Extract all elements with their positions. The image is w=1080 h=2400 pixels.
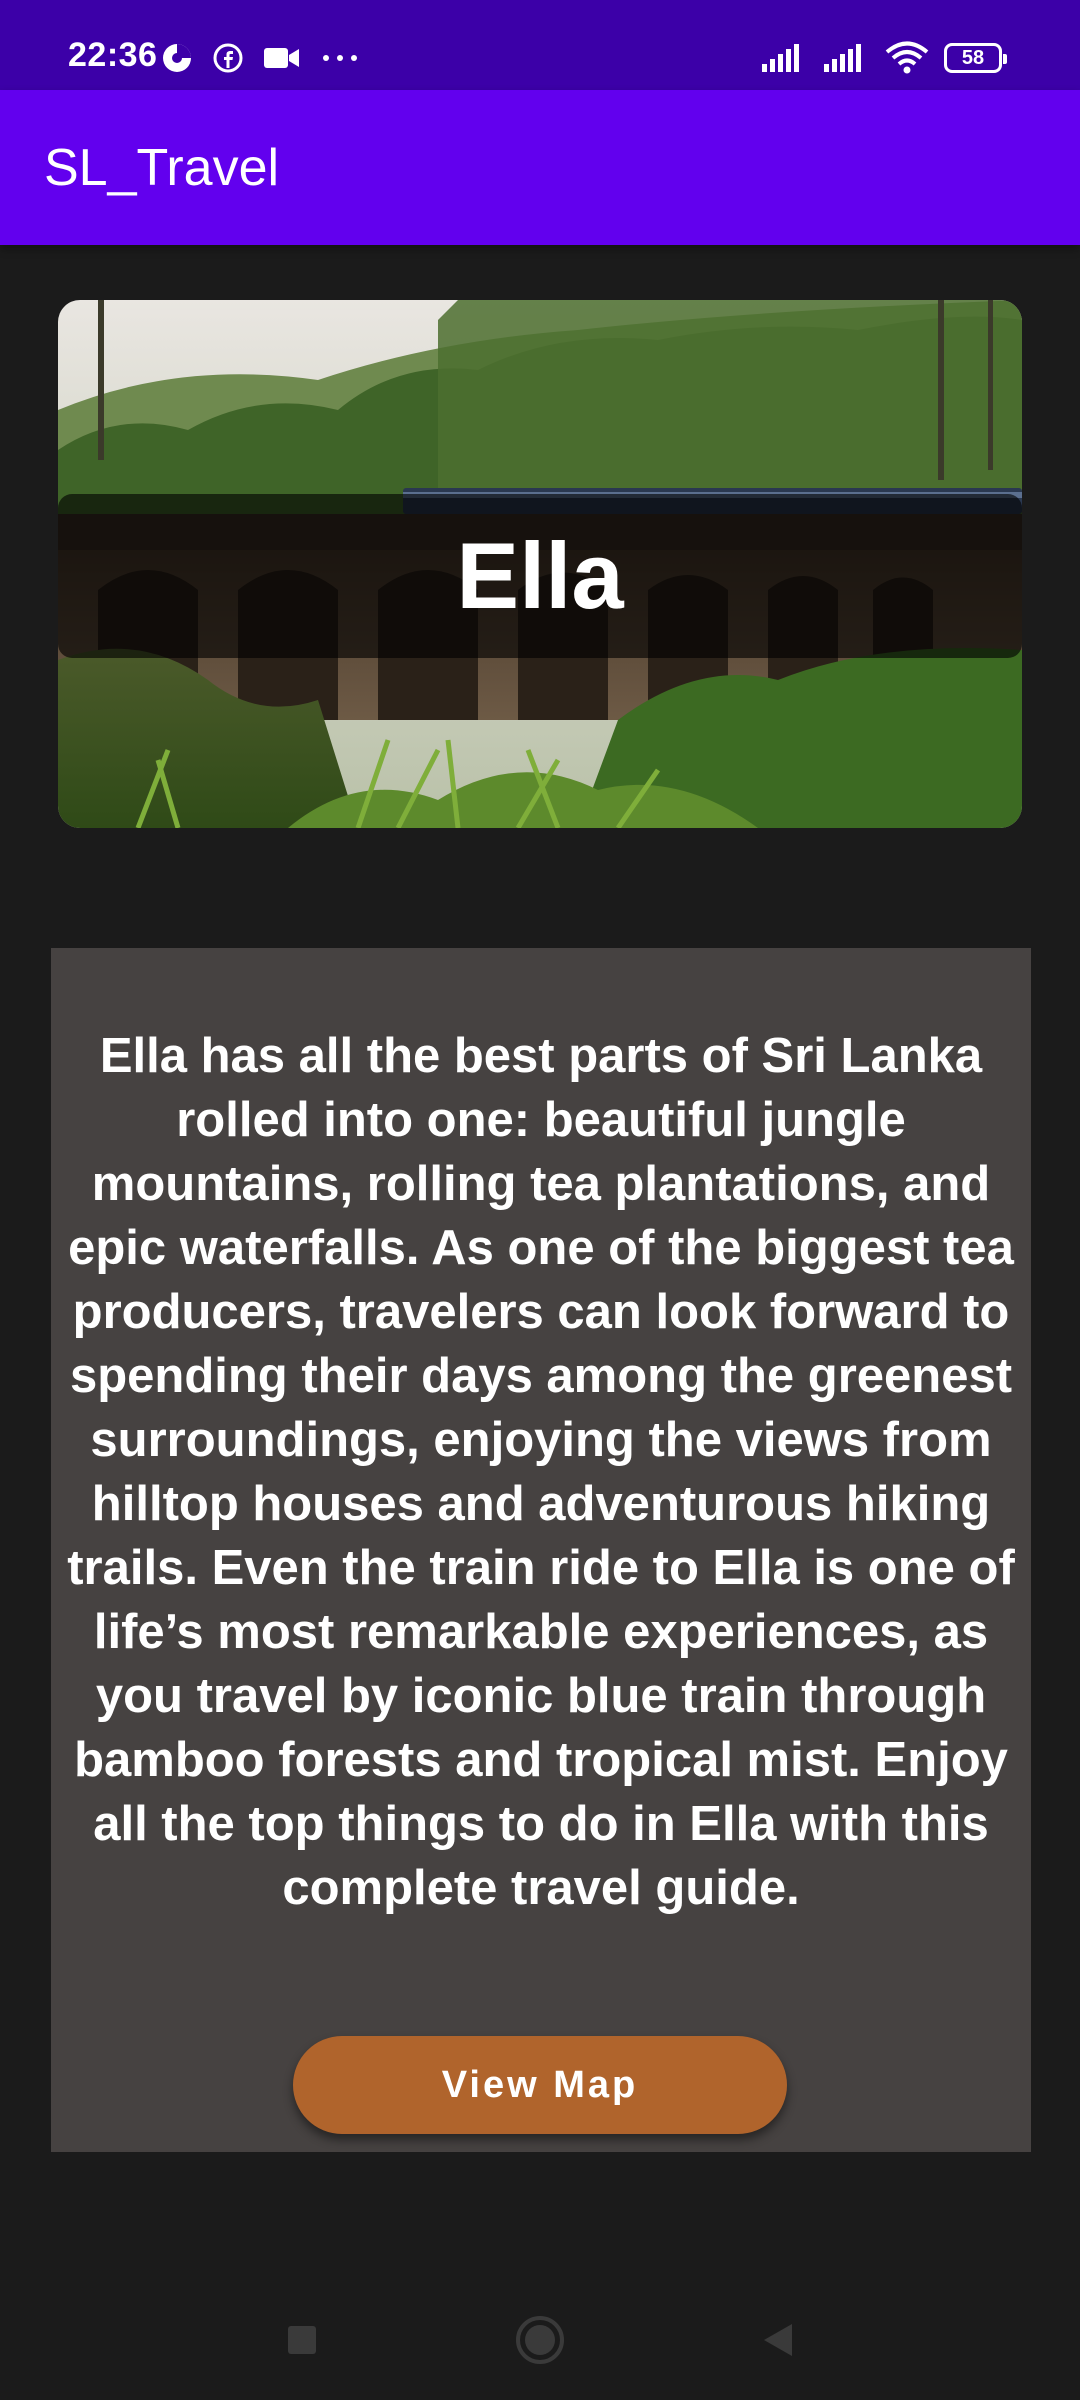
home-button[interactable] <box>510 2310 570 2370</box>
video-camera-icon <box>264 48 299 68</box>
recents-button[interactable] <box>272 2310 332 2370</box>
wifi-icon <box>885 41 929 74</box>
back-triangle-icon <box>764 2324 792 2356</box>
app-bar: SL_Travel <box>0 90 1080 245</box>
back-button[interactable] <box>748 2310 808 2370</box>
status-icons-left <box>160 38 360 78</box>
battery-level: 58 <box>961 46 985 69</box>
hero-title-band: Ella <box>58 494 1022 658</box>
app-title: SL_Travel <box>44 139 280 197</box>
recents-square-icon <box>288 2326 316 2354</box>
view-map-button[interactable]: View Map <box>293 2036 787 2134</box>
data-saver-icon <box>163 44 191 72</box>
description-text: Ella has all the best parts of Sri Lanka… <box>67 1029 1015 1915</box>
system-nav-bar <box>0 2280 1080 2400</box>
status-bar: 22:36 58 <box>0 0 1080 90</box>
destination-title: Ella <box>456 523 624 628</box>
signal-icon <box>762 44 799 72</box>
signal-icon <box>824 44 861 72</box>
description-card: Ella has all the best parts of Sri Lanka… <box>51 948 1031 2152</box>
more-dots-icon <box>323 55 357 61</box>
status-icons-right: 58 <box>760 38 1007 78</box>
status-time: 22:36 <box>68 36 158 74</box>
home-circle-icon <box>516 2316 564 2364</box>
battery-icon: 58 <box>944 43 1007 73</box>
hero-image-card: Ella <box>58 300 1022 828</box>
facebook-icon <box>213 43 243 73</box>
